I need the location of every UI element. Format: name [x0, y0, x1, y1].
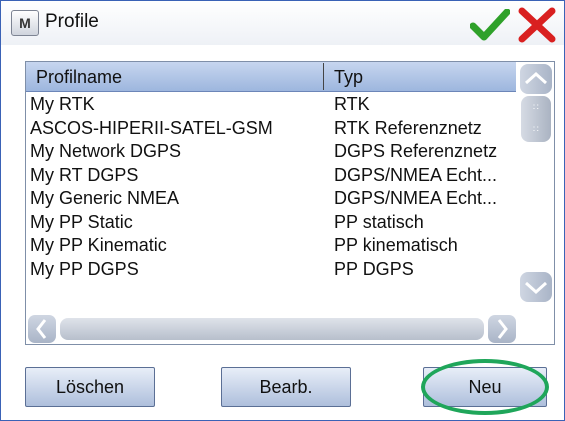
vertical-scroll-thumb[interactable]: ∷ ∷	[521, 96, 551, 142]
list-item[interactable]: My Network DGPS DGPS Referenznetz	[26, 139, 516, 163]
scroll-up-button[interactable]	[520, 64, 552, 94]
profile-type: DGPS Referenznetz	[334, 141, 498, 161]
column-header-typ[interactable]: Typ	[324, 62, 516, 91]
list-item[interactable]: My PP DGPS PP DGPS	[26, 257, 516, 281]
horizontal-scrollbar[interactable]	[26, 314, 518, 344]
profile-type: PP statisch	[334, 211, 424, 232]
profile-name: My PP Static	[30, 211, 133, 232]
list-item[interactable]: My PP Static PP statisch	[26, 210, 516, 234]
profile-name: My PP Kinematic	[30, 235, 167, 255]
chevron-left-icon	[36, 319, 47, 339]
scroll-left-button[interactable]	[28, 315, 56, 343]
chevron-up-icon	[524, 71, 548, 85]
profile-list[interactable]: Profilname Typ My RTK RTK ASCOS-HIPERII-S…	[25, 61, 555, 345]
profile-name: My RTK	[30, 94, 95, 114]
close-x-icon	[518, 7, 556, 43]
app-window: M Profile Profilname Typ My RTK RTK ASCOS…	[0, 0, 565, 421]
scroll-down-button[interactable]	[520, 272, 552, 302]
profile-name: My Network DGPS	[30, 141, 182, 161]
edit-button[interactable]: Bearb.	[221, 367, 351, 407]
profile-name: My PP DGPS	[30, 258, 139, 279]
list-item[interactable]: My Generic NMEA DGPS/NMEA Echt...	[26, 186, 516, 210]
list-item[interactable]: My RTK RTK	[26, 92, 516, 116]
profile-name: ASCOS-HIPERII-SATEL-GSM	[30, 117, 273, 138]
profile-type: RTK Referenznetz	[334, 117, 482, 138]
scroll-right-button[interactable]	[488, 315, 516, 343]
grip-icon: ∷	[533, 102, 540, 112]
ok-button[interactable]	[469, 8, 511, 41]
profile-type: DGPS/NMEA Echt...	[334, 164, 498, 185]
column-header-profilname[interactable]: Profilname	[26, 62, 323, 91]
vertical-scrollbar[interactable]: ∷ ∷	[518, 62, 554, 314]
list-item[interactable]: My PP Kinematic PP kinematisch	[26, 233, 516, 257]
profile-type: RTK	[334, 94, 370, 114]
grip-icon: ∷	[533, 124, 540, 134]
list-item[interactable]: My RT DGPS DGPS/NMEA Echt...	[26, 163, 516, 187]
list-rows: My RTK RTK ASCOS-HIPERII-SATEL-GSM RTK Ref…	[26, 92, 516, 280]
profile-type: DGPS/NMEA Echt...	[334, 188, 498, 208]
horizontal-scroll-thumb[interactable]	[60, 318, 484, 340]
profile-name: My Generic NMEA	[30, 188, 180, 208]
list-item[interactable]: ASCOS-HIPERII-SATEL-GSM RTK Referenznetz	[26, 116, 516, 140]
chevron-right-icon	[497, 319, 508, 339]
close-button[interactable]	[517, 7, 557, 43]
chevron-down-icon	[524, 281, 548, 295]
profile-name: My RT DGPS	[30, 164, 139, 185]
profile-type: PP DGPS	[334, 258, 414, 279]
delete-button[interactable]: Löschen	[25, 367, 155, 407]
list-header: Profilname Typ	[26, 62, 516, 92]
profile-type: PP kinematisch	[334, 235, 458, 255]
title-bar: M Profile	[1, 1, 564, 45]
checkmark-icon	[469, 8, 511, 41]
highlight-circle	[421, 359, 549, 415]
window-title: Profile	[45, 11, 99, 32]
menu-button[interactable]: M	[11, 10, 39, 36]
